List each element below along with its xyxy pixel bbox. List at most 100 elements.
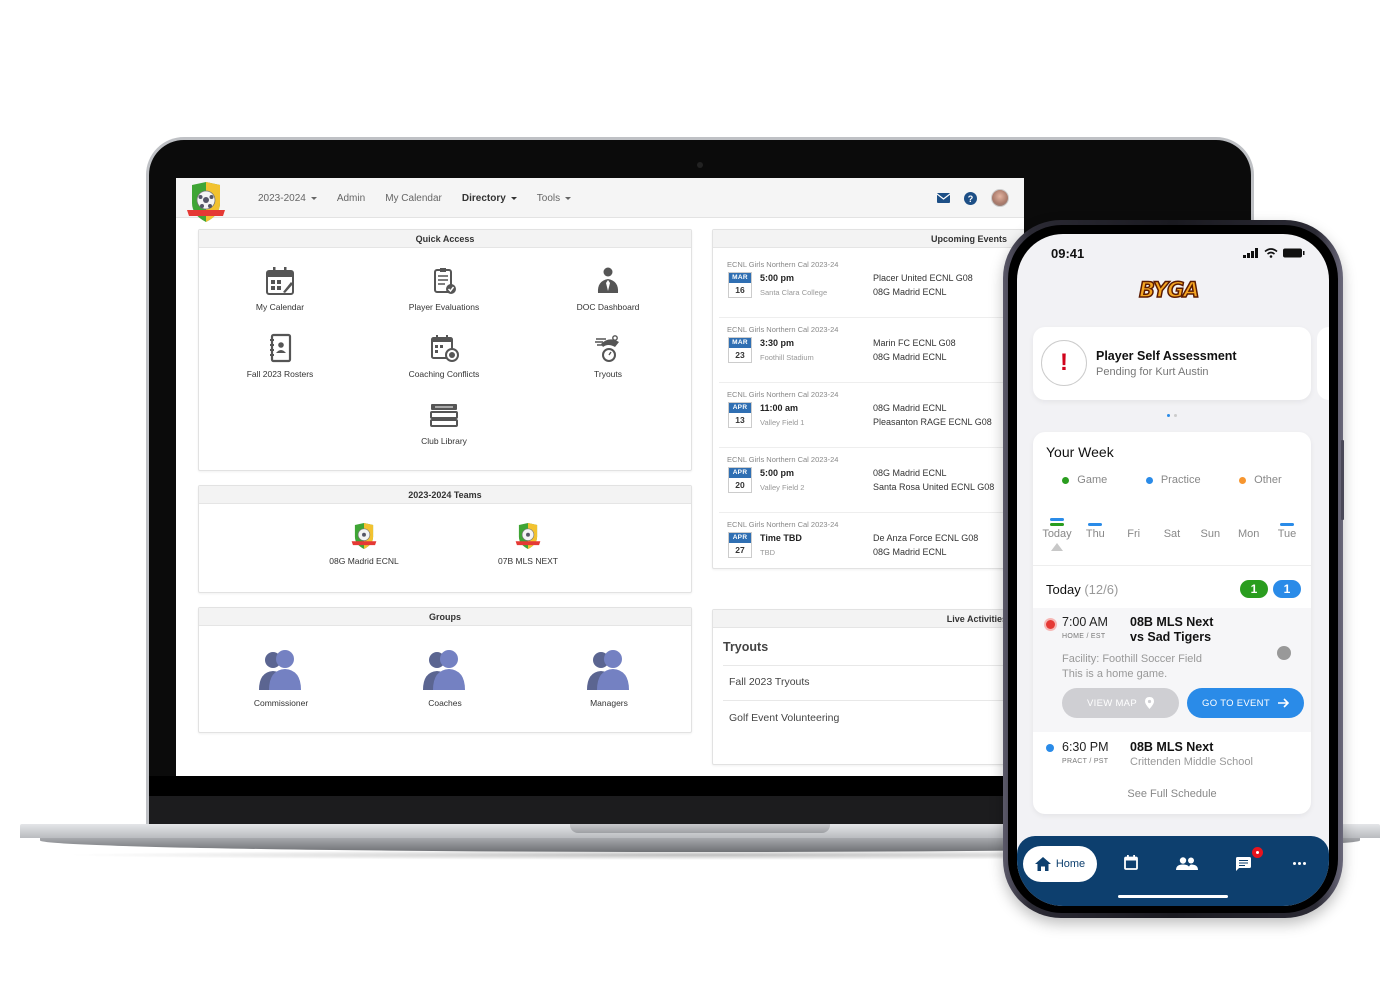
- event-row[interactable]: ECNL Girls Northern Cal 2023-24 APR 20 5:00…: [727, 455, 1017, 511]
- event-title[interactable]: 08B MLS Next: [1130, 740, 1213, 754]
- day-thu[interactable]: Thu: [1077, 512, 1113, 552]
- event-date-badge: APR 27: [728, 532, 752, 558]
- practice-dot-icon: [1145, 476, 1153, 484]
- qa-tryouts[interactable]: Tryouts: [533, 333, 683, 379]
- carousel-dots[interactable]: [1167, 414, 1177, 417]
- team-label: 07B MLS NEXT: [498, 556, 558, 566]
- day-sat[interactable]: Sat: [1154, 512, 1190, 552]
- next-alert-card[interactable]: [1317, 327, 1329, 400]
- carousel-dot[interactable]: [1174, 414, 1177, 417]
- day-mon[interactable]: Mon: [1231, 512, 1267, 552]
- live-activities-panel: Live Activities Tryouts Fall 2023 Tryout…: [712, 609, 1024, 765]
- team-08g-madrid-ecnl[interactable]: 08G Madrid ECNL: [304, 522, 424, 566]
- nav-admin[interactable]: Admin: [327, 193, 375, 204]
- qa-coaching-conflicts[interactable]: Coaching Conflicts: [369, 333, 519, 379]
- event-team-away: Santa Rosa United ECNL G08: [873, 482, 995, 492]
- today-date: (12/6): [1084, 582, 1119, 597]
- day-label: Sun: [1200, 528, 1221, 540]
- season-dropdown[interactable]: 2023-2024: [248, 193, 327, 204]
- address-book-icon: [270, 333, 292, 363]
- tab-team-icon[interactable]: [1176, 857, 1198, 870]
- event-location: Foothill Stadium: [760, 353, 814, 362]
- event-row[interactable]: ECNL Girls Northern Cal 2023-24 APR 13 11:0…: [727, 390, 1017, 446]
- clipboard-check-icon: [434, 268, 456, 294]
- nav-my-calendar[interactable]: My Calendar: [375, 193, 452, 204]
- event-team-home: Marin FC ECNL G08: [873, 338, 956, 348]
- go-to-event-button[interactable]: GO TO EVENT: [1187, 688, 1304, 718]
- event-team-away: 08G Madrid ECNL: [873, 352, 947, 362]
- status-time: 09:41: [1051, 246, 1085, 261]
- day-label: Sat: [1163, 528, 1181, 540]
- qa-doc-dashboard[interactable]: DOC Dashboard: [533, 266, 683, 312]
- event-date-badge: APR 13: [728, 402, 752, 428]
- qa-fall-2023-rosters[interactable]: Fall 2023 Rosters: [205, 333, 355, 379]
- chevron-down-icon: [510, 196, 517, 200]
- carousel-dot-active[interactable]: [1167, 414, 1170, 417]
- desktop-screen: 2023-2024 Admin My Calendar Directory To…: [176, 178, 1024, 776]
- day-event-bar: [1050, 523, 1064, 526]
- help-icon[interactable]: ?: [964, 191, 977, 205]
- event-team-home: Placer United ECNL G08: [873, 273, 973, 283]
- event-item[interactable]: 7:00 AM HOME / EST 08B MLS Next vs Sad Ti…: [1033, 608, 1311, 732]
- event-row[interactable]: ECNL Girls Northern Cal 2023-24 MAR 16 5:00…: [727, 260, 1017, 316]
- qa-club-library[interactable]: Club Library: [369, 400, 519, 446]
- qa-label: Tryouts: [593, 369, 623, 379]
- mail-icon[interactable]: [937, 193, 950, 203]
- notification-badge: [1252, 847, 1263, 858]
- event-location: Valley Field 2: [760, 483, 805, 492]
- team-label: 08G Madrid ECNL: [329, 556, 399, 566]
- alert-title: Player Self Assessment: [1096, 349, 1237, 363]
- tab-home-label: Home: [1055, 858, 1086, 870]
- event-title-line1: 08B MLS Next: [1130, 615, 1214, 629]
- home-indicator[interactable]: [1118, 895, 1228, 898]
- teams-title: 2023-2024 Teams: [199, 486, 691, 504]
- qa-label: My Calendar: [255, 302, 305, 312]
- day-today[interactable]: Today: [1039, 512, 1075, 552]
- event-time: 3:30 pm: [760, 338, 795, 348]
- legend-label: Game: [1077, 474, 1108, 486]
- tab-calendar-icon[interactable]: [1124, 855, 1138, 870]
- event-row[interactable]: ECNL Girls Northern Cal 2023-24 APR 27 Time…: [727, 520, 1017, 576]
- day-sun[interactable]: Sun: [1192, 512, 1228, 552]
- event-date-badge: MAR 16: [728, 272, 752, 298]
- event-time: 6:30 PM: [1062, 740, 1109, 754]
- practice-dot-icon: [1046, 744, 1054, 752]
- day-fri[interactable]: Fri: [1116, 512, 1152, 552]
- event-league: ECNL Girls Northern Cal 2023-24: [727, 260, 839, 269]
- day-tue[interactable]: Tue: [1269, 512, 1305, 552]
- game-count-badge: 1: [1240, 580, 1268, 598]
- laptop-notch: [570, 824, 830, 833]
- calendar-icon: [266, 267, 294, 295]
- qa-player-evaluations[interactable]: Player Evaluations: [369, 266, 519, 312]
- alert-card[interactable]: ! Player Self Assessment Pending for Kur…: [1033, 327, 1311, 400]
- event-time: 11:00 am: [760, 403, 799, 413]
- live-activity-golf-event[interactable]: Golf Event Volunteering: [729, 712, 839, 724]
- view-map-button[interactable]: VIEW MAP: [1062, 688, 1179, 718]
- day-event-bars: [1116, 512, 1152, 526]
- day-label: Thu: [1085, 528, 1105, 540]
- divider: [723, 665, 1013, 666]
- club-logo-icon[interactable]: [186, 181, 226, 223]
- group-coaches[interactable]: Coaches: [385, 648, 505, 708]
- day-event-bars: [1039, 512, 1075, 526]
- user-avatar[interactable]: [991, 189, 1009, 207]
- qa-my-calendar[interactable]: My Calendar: [205, 266, 355, 312]
- nav-tools[interactable]: Tools: [527, 193, 581, 204]
- battery-icon: [1283, 248, 1305, 258]
- tab-messages-icon[interactable]: [1236, 857, 1251, 871]
- tab-home[interactable]: Home: [1023, 846, 1097, 882]
- team-07b-mls-next[interactable]: 07B MLS NEXT: [468, 522, 588, 566]
- phone-screen: 09:41 BYGA ! Player Self Assessment Pend…: [1017, 234, 1329, 906]
- more-icon[interactable]: [1293, 862, 1306, 865]
- see-full-schedule-link[interactable]: See Full Schedule: [1033, 788, 1311, 800]
- event-month: APR: [729, 533, 751, 543]
- group-commissioner[interactable]: Commissioner: [221, 648, 341, 708]
- live-activity-fall-2023-tryouts[interactable]: Fall 2023 Tryouts: [729, 676, 810, 688]
- nav-directory-label: Directory: [461, 192, 506, 204]
- nav-directory[interactable]: Directory: [452, 193, 527, 204]
- event-row[interactable]: ECNL Girls Northern Cal 2023-24 MAR 23 3:30…: [727, 325, 1017, 381]
- top-navbar: 2023-2024 Admin My Calendar Directory To…: [176, 178, 1024, 222]
- group-managers[interactable]: Managers: [549, 648, 669, 708]
- alert-exclamation-icon: !: [1041, 340, 1087, 386]
- group-label: Commissioner: [253, 698, 309, 708]
